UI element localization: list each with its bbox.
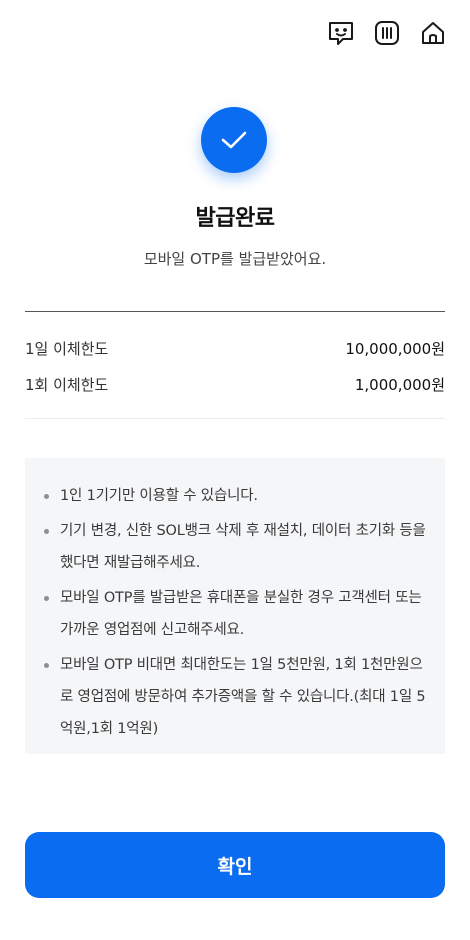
daily-limit-row: 1일 이체한도 10,000,000원	[25, 336, 445, 360]
otp-issue-complete-screen: 발급완료 모바일 OTP를 발급받았어요. 1일 이체한도 10,000,000…	[0, 0, 470, 940]
top-icon-bar	[324, 18, 450, 48]
home-icon[interactable]	[416, 18, 450, 48]
notice-item: 1인 1기기만 이용할 수 있습니다.	[43, 480, 427, 512]
chat-face-icon[interactable]	[324, 18, 358, 48]
per-transfer-limit-label: 1회 이체한도	[25, 375, 109, 394]
daily-limit-value: 10,000,000원	[345, 339, 445, 358]
notice-item: 모바일 OTP 비대면 최대한도는 1일 5천만원, 1회 1천만원으로 영업점…	[43, 649, 427, 745]
notice-item: 모바일 OTP를 발급받은 휴대폰을 분실한 경우 고객센터 또는 가까운 영업…	[43, 582, 427, 646]
success-check-icon	[201, 107, 267, 173]
confirm-button[interactable]: 확인	[25, 832, 445, 898]
page-title: 발급완료	[195, 206, 275, 231]
menu-bars-icon[interactable]	[370, 18, 404, 48]
notice-item: 기기 변경, 신한 SOL뱅크 삭제 후 재설치, 데이터 초기화 등을 했다면…	[43, 515, 427, 579]
notice-box: 1인 1기기만 이용할 수 있습니다. 기기 변경, 신한 SOL뱅크 삭제 후…	[25, 458, 445, 754]
per-transfer-limit-value: 1,000,000원	[354, 375, 445, 394]
per-transfer-limit-row: 1회 이체한도 1,000,000원	[25, 372, 445, 396]
page-subtitle: 모바일 OTP를 발급받았어요.	[143, 250, 327, 268]
divider	[25, 311, 445, 312]
daily-limit-label: 1일 이체한도	[25, 339, 109, 358]
divider	[25, 418, 445, 419]
